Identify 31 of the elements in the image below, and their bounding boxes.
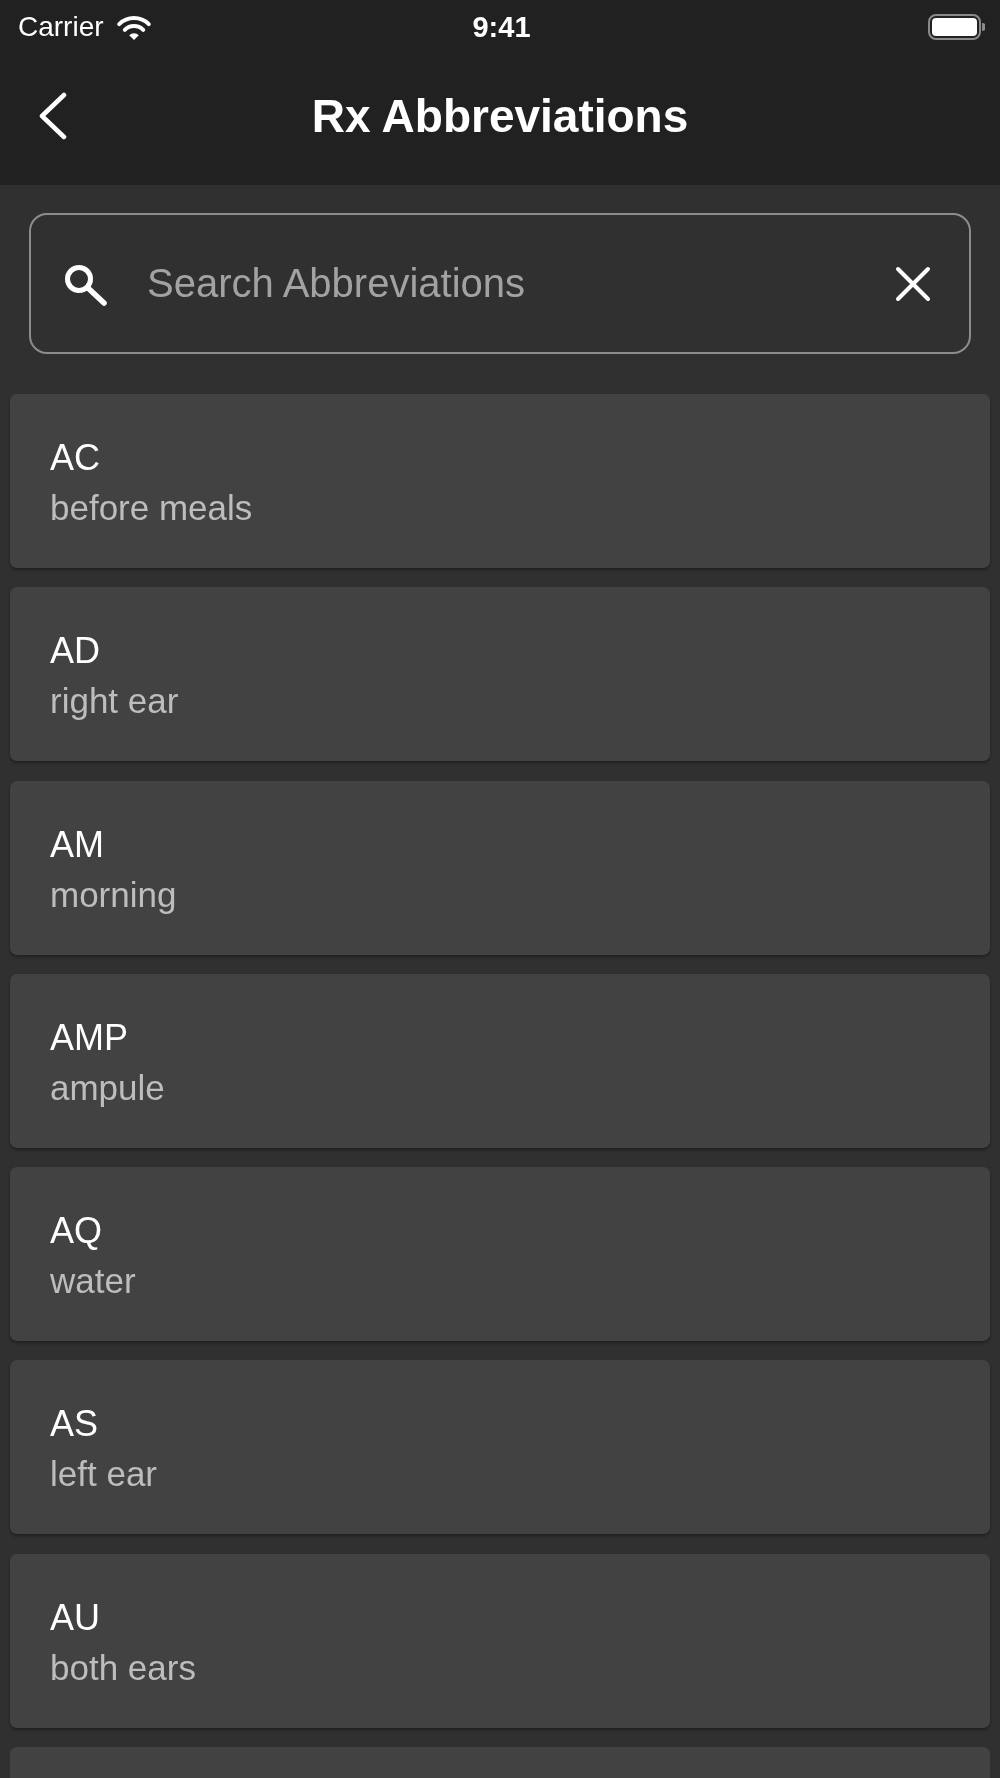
meaning-text: both ears: [50, 1647, 196, 1688]
screen-title: Rx Abbreviations: [311, 89, 689, 143]
chevron-left-icon: [38, 92, 68, 140]
abbreviation-text: AD: [50, 630, 100, 673]
search-field[interactable]: Search Abbreviations: [29, 213, 971, 354]
meaning-text: morning: [50, 874, 177, 915]
search-icon: [64, 262, 108, 306]
abbreviation-text: AM: [50, 823, 104, 866]
abbreviation-text: AU: [50, 1596, 100, 1639]
abbreviation-text: AC: [50, 437, 100, 479]
abbreviation-card[interactable]: AMP ampule: [10, 973, 990, 1148]
meaning-text: before meals: [50, 488, 253, 528]
meaning-text: water: [50, 1261, 136, 1302]
battery-icon: [928, 13, 985, 40]
back-button[interactable]: [38, 92, 68, 140]
abbreviation-text: AS: [50, 1403, 99, 1446]
meaning-text: right ear: [50, 681, 179, 722]
abbreviation-text: AQ: [50, 1210, 102, 1253]
abbreviation-card[interactable]: AC before meals: [10, 394, 990, 568]
meaning-text: ampule: [50, 1067, 165, 1108]
carrier-text: Carrier: [18, 10, 104, 43]
abbreviation-card[interactable]: AQ water: [10, 1167, 990, 1342]
meaning-text: left ear: [50, 1454, 157, 1495]
abbreviation-card[interactable]: AD right ear: [10, 587, 990, 762]
abbreviation-card[interactable]: AM morning: [10, 780, 990, 955]
abbreviation-text: AMP: [50, 1016, 128, 1059]
time-text: 9:41: [472, 10, 531, 43]
abbreviation-card[interactable]: AU both ears: [10, 1553, 990, 1728]
clear-button[interactable]: [895, 266, 931, 302]
abbreviation-card[interactable]: AS left ear: [10, 1360, 990, 1535]
close-icon: [895, 266, 931, 302]
